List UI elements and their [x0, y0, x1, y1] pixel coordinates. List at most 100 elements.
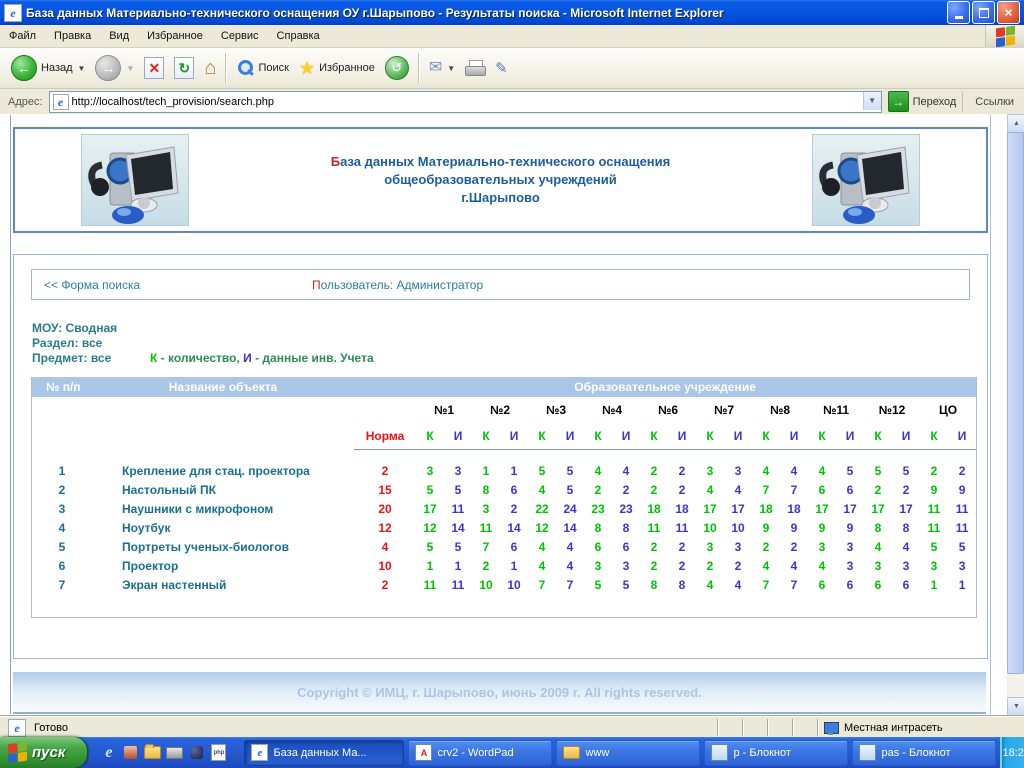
results-table-wrap: № п/п Название объекта Образовательное у… [31, 377, 977, 618]
i-value: 7 [780, 481, 808, 500]
menu-item-5[interactable]: Справка [268, 27, 329, 45]
school-header-3: №4 [584, 397, 640, 423]
restore-button[interactable] [972, 1, 995, 24]
app-icon[interactable] [122, 744, 139, 761]
menu-item-3[interactable]: Избранное [138, 27, 212, 45]
go-label: Переход [913, 96, 957, 108]
k-value: 9 [808, 519, 836, 538]
history-button[interactable]: ↺ [380, 53, 414, 83]
back-button[interactable]: ← Назад ▼ [6, 52, 90, 84]
taskbar-task-4[interactable]: pas - Блокнот [852, 740, 996, 766]
edit-icon: ✎ [495, 61, 508, 76]
page-title-line3: г.Шарыпово [461, 190, 540, 205]
links-button[interactable]: Ссылки [962, 92, 1024, 112]
i-value: 6 [892, 576, 920, 595]
school-header-1: №2 [472, 397, 528, 423]
taskbar-task-3[interactable]: p - Блокнот [704, 740, 848, 766]
taskbar: пуск e php eБаза данных Ма...Acrv2 - Word… [0, 737, 1024, 768]
taskbar-task-2[interactable]: www [556, 740, 700, 766]
taskbar-task-1[interactable]: Acrv2 - WordPad [408, 740, 552, 766]
user-name: ользователь: Администратор [321, 278, 484, 292]
search-button[interactable]: Поиск [231, 56, 293, 80]
k-value: 2 [752, 538, 780, 557]
menu-item-4[interactable]: Сервис [212, 27, 268, 45]
results-table: № п/п Название объекта Образовательное у… [32, 377, 976, 617]
edit-button[interactable]: ✎ [490, 58, 513, 79]
table-row: 6 Проектор 1011214433222244433333 [32, 557, 976, 576]
go-button[interactable]: → Переход [888, 91, 957, 112]
forward-dropdown-icon: ▼ [126, 64, 134, 73]
i-value: 1 [948, 576, 976, 595]
object-name: Портреты ученых-биологов [92, 538, 354, 557]
i-value: 17 [724, 500, 752, 519]
minimize-button[interactable] [947, 1, 970, 24]
i-value: 18 [668, 500, 696, 519]
i-value: 6 [836, 481, 864, 500]
filter-info: МОУ: Сводная Раздел: все Предмет: все К … [32, 321, 117, 366]
i-value: 11 [444, 500, 472, 519]
vertical-scrollbar[interactable]: ▲ ▼ [1007, 114, 1024, 716]
school-header-9: ЦО [920, 397, 976, 423]
i-value: 23 [612, 500, 640, 519]
refresh-button[interactable]: ↻ [169, 54, 199, 82]
start-button[interactable]: пуск [0, 737, 87, 768]
print-button[interactable] [460, 57, 490, 79]
forward-button[interactable]: → ▼ [90, 52, 139, 84]
ie-quicklaunch-icon[interactable]: e [100, 744, 117, 761]
norm-value: 15 [354, 481, 416, 500]
menu-item-2[interactable]: Вид [100, 27, 138, 45]
k-value: 2 [864, 481, 892, 500]
scrollbar-thumb[interactable] [1007, 132, 1024, 674]
k-value: 10 [696, 519, 724, 538]
search-form-link[interactable]: << Форма поиска [44, 278, 140, 292]
i-value: 1 [444, 557, 472, 576]
home-button[interactable]: ⌂ [199, 55, 221, 81]
page-container: База данных Материально-технического осн… [10, 115, 991, 714]
k-value: 22 [528, 500, 556, 519]
address-dropdown-icon[interactable]: ▼ [863, 92, 881, 110]
print-icon [465, 60, 485, 76]
page-title-first-letter: Б [331, 154, 340, 169]
close-button[interactable]: × [997, 1, 1020, 24]
k-value: 4 [528, 538, 556, 557]
i-value: 3 [724, 462, 752, 481]
scroll-down-icon[interactable]: ▼ [1007, 697, 1024, 716]
scroll-up-icon[interactable]: ▲ [1007, 114, 1024, 133]
mail-button[interactable]: ✉ ▼ [424, 57, 460, 79]
i-value: 14 [444, 519, 472, 538]
k-value: 3 [920, 557, 948, 576]
stop-button[interactable]: ✕ [139, 54, 169, 82]
designer-icon[interactable] [188, 744, 205, 761]
task-label: www [585, 747, 609, 759]
drive-icon[interactable] [166, 744, 183, 761]
k-value: 3 [696, 462, 724, 481]
k-value: 6 [808, 576, 836, 595]
status-page-icon: e [8, 719, 26, 737]
k-value: 5 [864, 462, 892, 481]
i-value: 5 [444, 481, 472, 500]
i-value: 4 [892, 538, 920, 557]
favorites-button[interactable]: ★ Избранное [294, 56, 380, 80]
norm-value: 2 [354, 462, 416, 481]
taskbar-separator [237, 742, 238, 764]
mou-line: МОУ: Сводная [32, 321, 117, 336]
results-box: << Форма поиска Пользователь: Администра… [13, 254, 988, 659]
k-value: 18 [640, 500, 668, 519]
back-dropdown-icon[interactable]: ▼ [78, 64, 86, 73]
norm-value: 10 [354, 557, 416, 576]
folder-icon[interactable] [144, 744, 161, 761]
i-value: 5 [612, 576, 640, 595]
row-number: 6 [32, 557, 92, 576]
menu-item-1[interactable]: Правка [45, 27, 100, 45]
k-value: 4 [808, 557, 836, 576]
i-value: 14 [500, 519, 528, 538]
php-icon[interactable]: php [210, 744, 227, 761]
mail-dropdown-icon[interactable]: ▼ [447, 64, 455, 73]
page-header-box: База данных Материально-технического осн… [13, 127, 988, 233]
menu-item-0[interactable]: Файл [0, 27, 45, 45]
page-title-line2: общеобразовательных учреждений [384, 172, 617, 187]
address-input[interactable]: e http://localhost/tech_provision/search… [49, 91, 882, 113]
i-value: 7 [780, 576, 808, 595]
k-value: 4 [752, 557, 780, 576]
taskbar-task-0[interactable]: eБаза данных Ма... [244, 740, 404, 766]
